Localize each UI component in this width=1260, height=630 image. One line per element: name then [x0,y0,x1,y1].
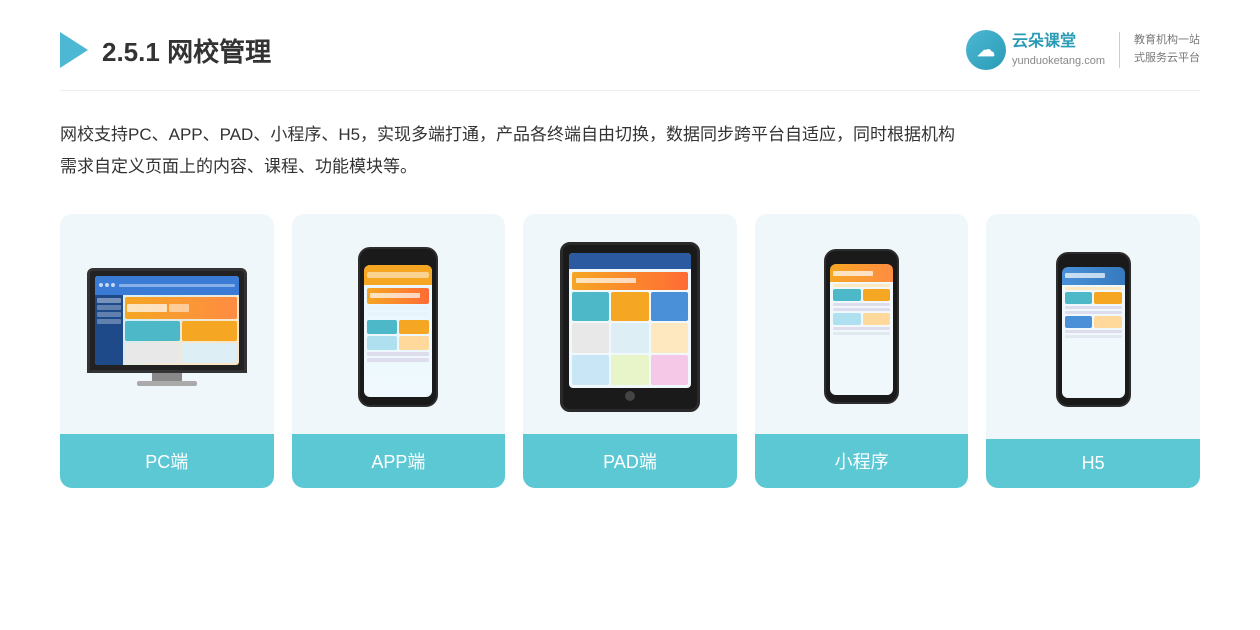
pc-mockup [87,268,247,386]
card-app-label: APP端 [292,434,506,488]
brand-icon: ☁ [966,30,1006,70]
mini-phone-h5 [1056,252,1131,407]
phone-screen-top-app [364,265,432,285]
pad-top-bar [569,253,691,269]
pc-screen-outer [87,268,247,373]
mini-phone-notch-h5 [1082,261,1104,265]
header-divider [1119,32,1120,68]
mini-phone-screen-h5 [1062,267,1125,398]
phone-screen-app [364,265,432,397]
cards-container: PC端 [60,214,1200,488]
pad-home-btn [625,391,635,401]
card-pc-image [60,214,274,434]
phone-notch-app [386,257,410,262]
pad-screen [569,253,691,388]
card-h5: H5 [986,214,1200,488]
phone-content-app [364,285,432,397]
card-pad-label: PAD端 [523,434,737,488]
card-pad-image [523,214,737,434]
card-miniprogram-image [755,214,969,434]
card-miniprogram: 小程序 [755,214,969,488]
card-pc-label: PC端 [60,434,274,488]
header-left: 2.5.1 网校管理 [60,32,271,69]
card-app-image [292,214,506,434]
description-text: 网校支持PC、APP、PAD、小程序、H5，实现多端打通，产品各终端自由切换，数… [60,119,1200,184]
mini-phone-notch-miniprogram [851,258,873,262]
mini-phone-miniprogram [824,249,899,404]
card-miniprogram-label: 小程序 [755,434,969,488]
phone-mockup-app [358,247,438,407]
brand-logo: ☁ 云朵课堂 yunduoketang.com [966,30,1105,70]
logo-icon [60,32,88,68]
header: 2.5.1 网校管理 ☁ 云朵课堂 yunduoketang.com 教育机构一… [60,30,1200,91]
card-h5-label: H5 [986,439,1200,488]
brand-area: ☁ 云朵课堂 yunduoketang.com 教育机构一站 式服务云平台 [966,30,1200,70]
page-container: 2.5.1 网校管理 ☁ 云朵课堂 yunduoketang.com 教育机构一… [0,0,1260,630]
mini-phone-screen-miniprogram [830,264,893,395]
card-pad: PAD端 [523,214,737,488]
pad-mockup [560,242,700,412]
card-h5-image [986,214,1200,439]
brand-text: 云朵课堂 yunduoketang.com [1012,31,1105,69]
page-title: 2.5.1 网校管理 [102,32,271,69]
card-app: APP端 [292,214,506,488]
card-pc: PC端 [60,214,274,488]
pc-screen-inner [95,276,239,365]
brand-slogan: 教育机构一站 式服务云平台 [1134,32,1200,67]
